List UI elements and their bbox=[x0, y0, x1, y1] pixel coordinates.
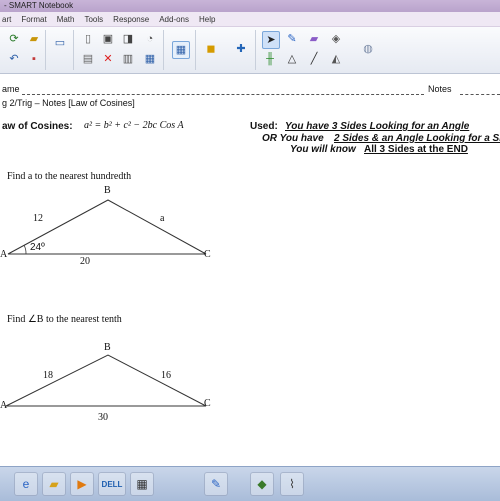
refresh-icon[interactable]: ⟳ bbox=[6, 31, 22, 47]
highlighter-icon[interactable]: ◈ bbox=[328, 31, 344, 47]
p1-vertex-c: C bbox=[204, 249, 211, 260]
p1-vertex-a: A bbox=[0, 249, 8, 260]
table-insert-icon[interactable]: ▦ bbox=[142, 51, 158, 67]
name-label: ame bbox=[2, 84, 20, 94]
p2-side-ac: 30 bbox=[98, 412, 108, 423]
p1-side-ac: 20 bbox=[80, 256, 90, 267]
p2-side-ab: 18 bbox=[43, 370, 53, 381]
menu-bar: art Format Math Tools Response Add-ons H… bbox=[0, 12, 500, 27]
folder-icon[interactable]: ▰ bbox=[42, 472, 66, 496]
p1-side-bc: a bbox=[160, 213, 165, 224]
p1-angle-a: 24º bbox=[30, 242, 45, 253]
p1-vertex-b: B bbox=[104, 185, 111, 196]
notes-label: Notes bbox=[428, 84, 452, 94]
puzzle-icon[interactable]: ✚ bbox=[233, 41, 249, 57]
toolbar: ⟳ ▰ ▭ ▯ ▣ ◨ ◔ ▦ ◼ ✚ ➤ ✎ ▰ ◈ ◍ ↶ ▪ ▤ ✕ ▥ … bbox=[0, 27, 500, 74]
pen-icon[interactable]: ✎ bbox=[284, 31, 300, 47]
save-icon[interactable]: ▪ bbox=[26, 51, 42, 67]
p2-vertex-a: A bbox=[0, 400, 8, 411]
page-subtitle: g 2/Trig – Notes [Law of Cosines] bbox=[2, 98, 135, 108]
used-text: You have 3 Sides Looking for an Angle bbox=[285, 121, 470, 132]
notebook-icon[interactable]: ✎ bbox=[204, 472, 228, 496]
smart-board-icon[interactable]: ◆ bbox=[250, 472, 274, 496]
or-text-2: 2 Sides & an Angle Looking for a Si bbox=[334, 133, 500, 144]
dell-icon[interactable]: DELL bbox=[98, 472, 126, 496]
screen-icon[interactable]: ▣ bbox=[100, 31, 116, 47]
p2-side-bc: 16 bbox=[161, 370, 171, 381]
menu-format[interactable]: Format bbox=[21, 15, 46, 24]
taskbar: e ▰ ▶ DELL ▦ ✎ ◆ ⌇ bbox=[0, 466, 500, 501]
paste-icon[interactable]: ▤ bbox=[80, 51, 96, 67]
menu-response[interactable]: Response bbox=[113, 15, 149, 24]
page-icon[interactable]: ▯ bbox=[80, 31, 96, 47]
magnifier-icon[interactable]: ◔ bbox=[142, 31, 158, 47]
p2-vertex-c: C bbox=[204, 398, 211, 409]
folder-icon[interactable]: ▰ bbox=[26, 31, 42, 47]
p2-vertex-b: B bbox=[104, 342, 111, 353]
law-label: aw of Cosines: bbox=[2, 121, 73, 132]
line-icon[interactable]: ╱ bbox=[306, 51, 322, 67]
response-icon[interactable]: ◼ bbox=[203, 41, 219, 57]
screenshade-icon[interactable]: ◨ bbox=[120, 31, 136, 47]
shapes-icon[interactable]: △ bbox=[284, 51, 300, 67]
monitor-icon[interactable]: ▭ bbox=[52, 35, 68, 51]
menu-help[interactable]: Help bbox=[199, 15, 215, 24]
delete-icon[interactable]: ✕ bbox=[100, 51, 116, 67]
media-player-icon[interactable]: ▶ bbox=[70, 472, 94, 496]
notes-line bbox=[460, 94, 500, 95]
menu-insert[interactable]: art bbox=[2, 15, 11, 24]
ink-icon[interactable]: ⌇ bbox=[280, 472, 304, 496]
used-label: Used: bbox=[250, 121, 278, 132]
law-formula: a² = b² + c² − 2bc Cos A bbox=[84, 120, 184, 131]
magic-pen-icon[interactable]: ◍ bbox=[360, 41, 376, 57]
creative-pens-icon[interactable]: ╫ bbox=[262, 51, 278, 67]
fill-icon[interactable]: ◭ bbox=[328, 51, 344, 67]
menu-tools[interactable]: Tools bbox=[84, 15, 103, 24]
name-line bbox=[22, 94, 424, 95]
calculator-icon[interactable]: ▦ bbox=[130, 472, 154, 496]
know-text-underlined: All 3 Sides at the END bbox=[364, 144, 468, 155]
title-bar: - SMART Notebook bbox=[0, 0, 500, 12]
or-text-1: OR You have bbox=[262, 133, 324, 144]
problem1-prompt: Find a to the nearest hundredth bbox=[7, 171, 132, 182]
window-title: - SMART Notebook bbox=[4, 1, 74, 10]
problem1-triangle bbox=[7, 199, 207, 255]
menu-math[interactable]: Math bbox=[57, 15, 75, 24]
eraser-icon[interactable]: ▰ bbox=[306, 31, 322, 47]
ie-icon[interactable]: e bbox=[14, 472, 38, 496]
grid-icon[interactable]: ▥ bbox=[120, 51, 136, 67]
undo-icon[interactable]: ↶ bbox=[6, 51, 22, 67]
table-icon[interactable]: ▦ bbox=[172, 41, 190, 59]
p1-side-ab: 12 bbox=[33, 213, 43, 224]
problem2-prompt: Find ∠B to the nearest tenth bbox=[7, 314, 122, 325]
know-text: You will know bbox=[290, 144, 356, 155]
menu-add-ons[interactable]: Add-ons bbox=[159, 15, 189, 24]
problem2-triangle bbox=[5, 354, 207, 407]
notebook-page[interactable]: ame Notes g 2/Trig – Notes [Law of Cosin… bbox=[0, 74, 500, 466]
arrow-pointer-icon[interactable]: ➤ bbox=[262, 31, 280, 49]
